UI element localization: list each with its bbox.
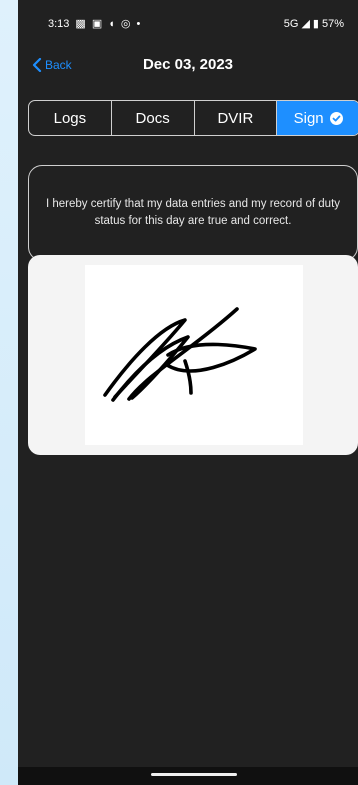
tab-label: Sign	[293, 109, 324, 127]
check-circle-icon	[329, 111, 343, 125]
tab-dvir[interactable]: DVIR	[195, 101, 278, 135]
status-left: 3:13 ▩ ▣ ◖ ◎ •	[48, 18, 140, 30]
linkedin-icon: ▣	[91, 17, 103, 30]
tab-label: Logs	[53, 109, 87, 127]
signature-card	[28, 255, 358, 455]
battery-icon: ▮	[312, 17, 319, 30]
signature-drawing	[103, 307, 257, 402]
home-bar	[18, 767, 358, 785]
signature-pad[interactable]	[85, 265, 303, 445]
home-indicator[interactable]	[151, 773, 237, 776]
tab-label: DVIR	[217, 109, 254, 127]
status-time: 3:13	[48, 18, 70, 30]
dot-icon: •	[136, 17, 141, 30]
tab-sign[interactable]: Sign	[277, 101, 358, 135]
phone-screen: 3:13 ▩ ▣ ◖ ◎ • 5G ◢ ▮ 57% Back Dec 03, 2…	[18, 0, 358, 785]
page-title: Dec 03, 2023	[142, 56, 234, 73]
status-right: 5G ◢ ▮ 57%	[284, 18, 344, 30]
certification-box: I hereby certify that my data entries an…	[28, 165, 358, 261]
teams-icon: ▩	[75, 17, 86, 30]
tab-logs[interactable]: Logs	[29, 101, 112, 135]
battery-percent: 57%	[321, 18, 344, 30]
signal-icon: ◢	[301, 17, 310, 30]
tab-docs[interactable]: Docs	[112, 101, 195, 135]
status-bar: 3:13 ▩ ▣ ◖ ◎ • 5G ◢ ▮ 57%	[18, 0, 358, 50]
nav-bar: Back Dec 03, 2023	[18, 50, 358, 86]
network-label: 5G	[283, 18, 299, 30]
tab-label: Docs	[135, 109, 170, 127]
shield-icon: ◖	[108, 17, 115, 30]
certification-text: I hereby certify that my data entries an…	[45, 198, 341, 227]
cast-icon: ◎	[120, 17, 131, 30]
tab-bar: Logs Docs DVIR Sign	[28, 100, 358, 136]
